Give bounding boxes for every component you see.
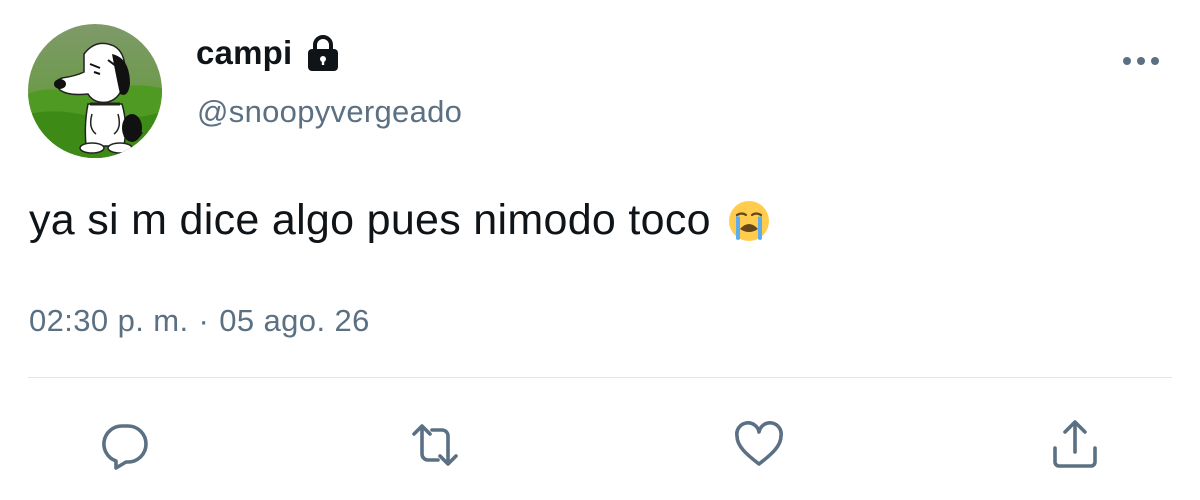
name-row: campi [196, 30, 342, 76]
tweet-time: 02:30 p. m. [29, 303, 189, 338]
comment-icon [102, 424, 148, 470]
share-icon [1053, 420, 1097, 468]
avatar[interactable] [28, 24, 162, 158]
retweet-icon [412, 424, 458, 466]
tweet-text: ya si m dice algo pues nimodo toco [29, 196, 771, 245]
lock-icon [308, 35, 339, 71]
display-name[interactable]: campi [196, 34, 292, 72]
like-button[interactable] [732, 418, 786, 472]
tweet-text-body: ya si m dice algo pues nimodo toco [29, 196, 711, 244]
ellipsis-icon [1123, 57, 1159, 65]
meta-separator: · [198, 303, 210, 338]
snoopy-avatar-image [28, 24, 162, 158]
reply-button[interactable] [98, 418, 152, 472]
tweet-date: 05 ago. 26 [219, 303, 370, 338]
share-button[interactable] [1048, 418, 1102, 472]
more-options-button[interactable] [1116, 48, 1166, 74]
loudly-crying-face-icon [727, 199, 771, 243]
tweet-timestamp[interactable]: 02:30 p. m. · 05 ago. 26 [29, 303, 370, 339]
user-handle[interactable]: @snoopyvergeado [197, 94, 462, 130]
tweet-card: campi @snoopyvergeado ya si m dice algo … [0, 0, 1200, 500]
heart-icon [735, 421, 783, 466]
retweet-button[interactable] [408, 418, 462, 472]
divider [28, 377, 1172, 378]
